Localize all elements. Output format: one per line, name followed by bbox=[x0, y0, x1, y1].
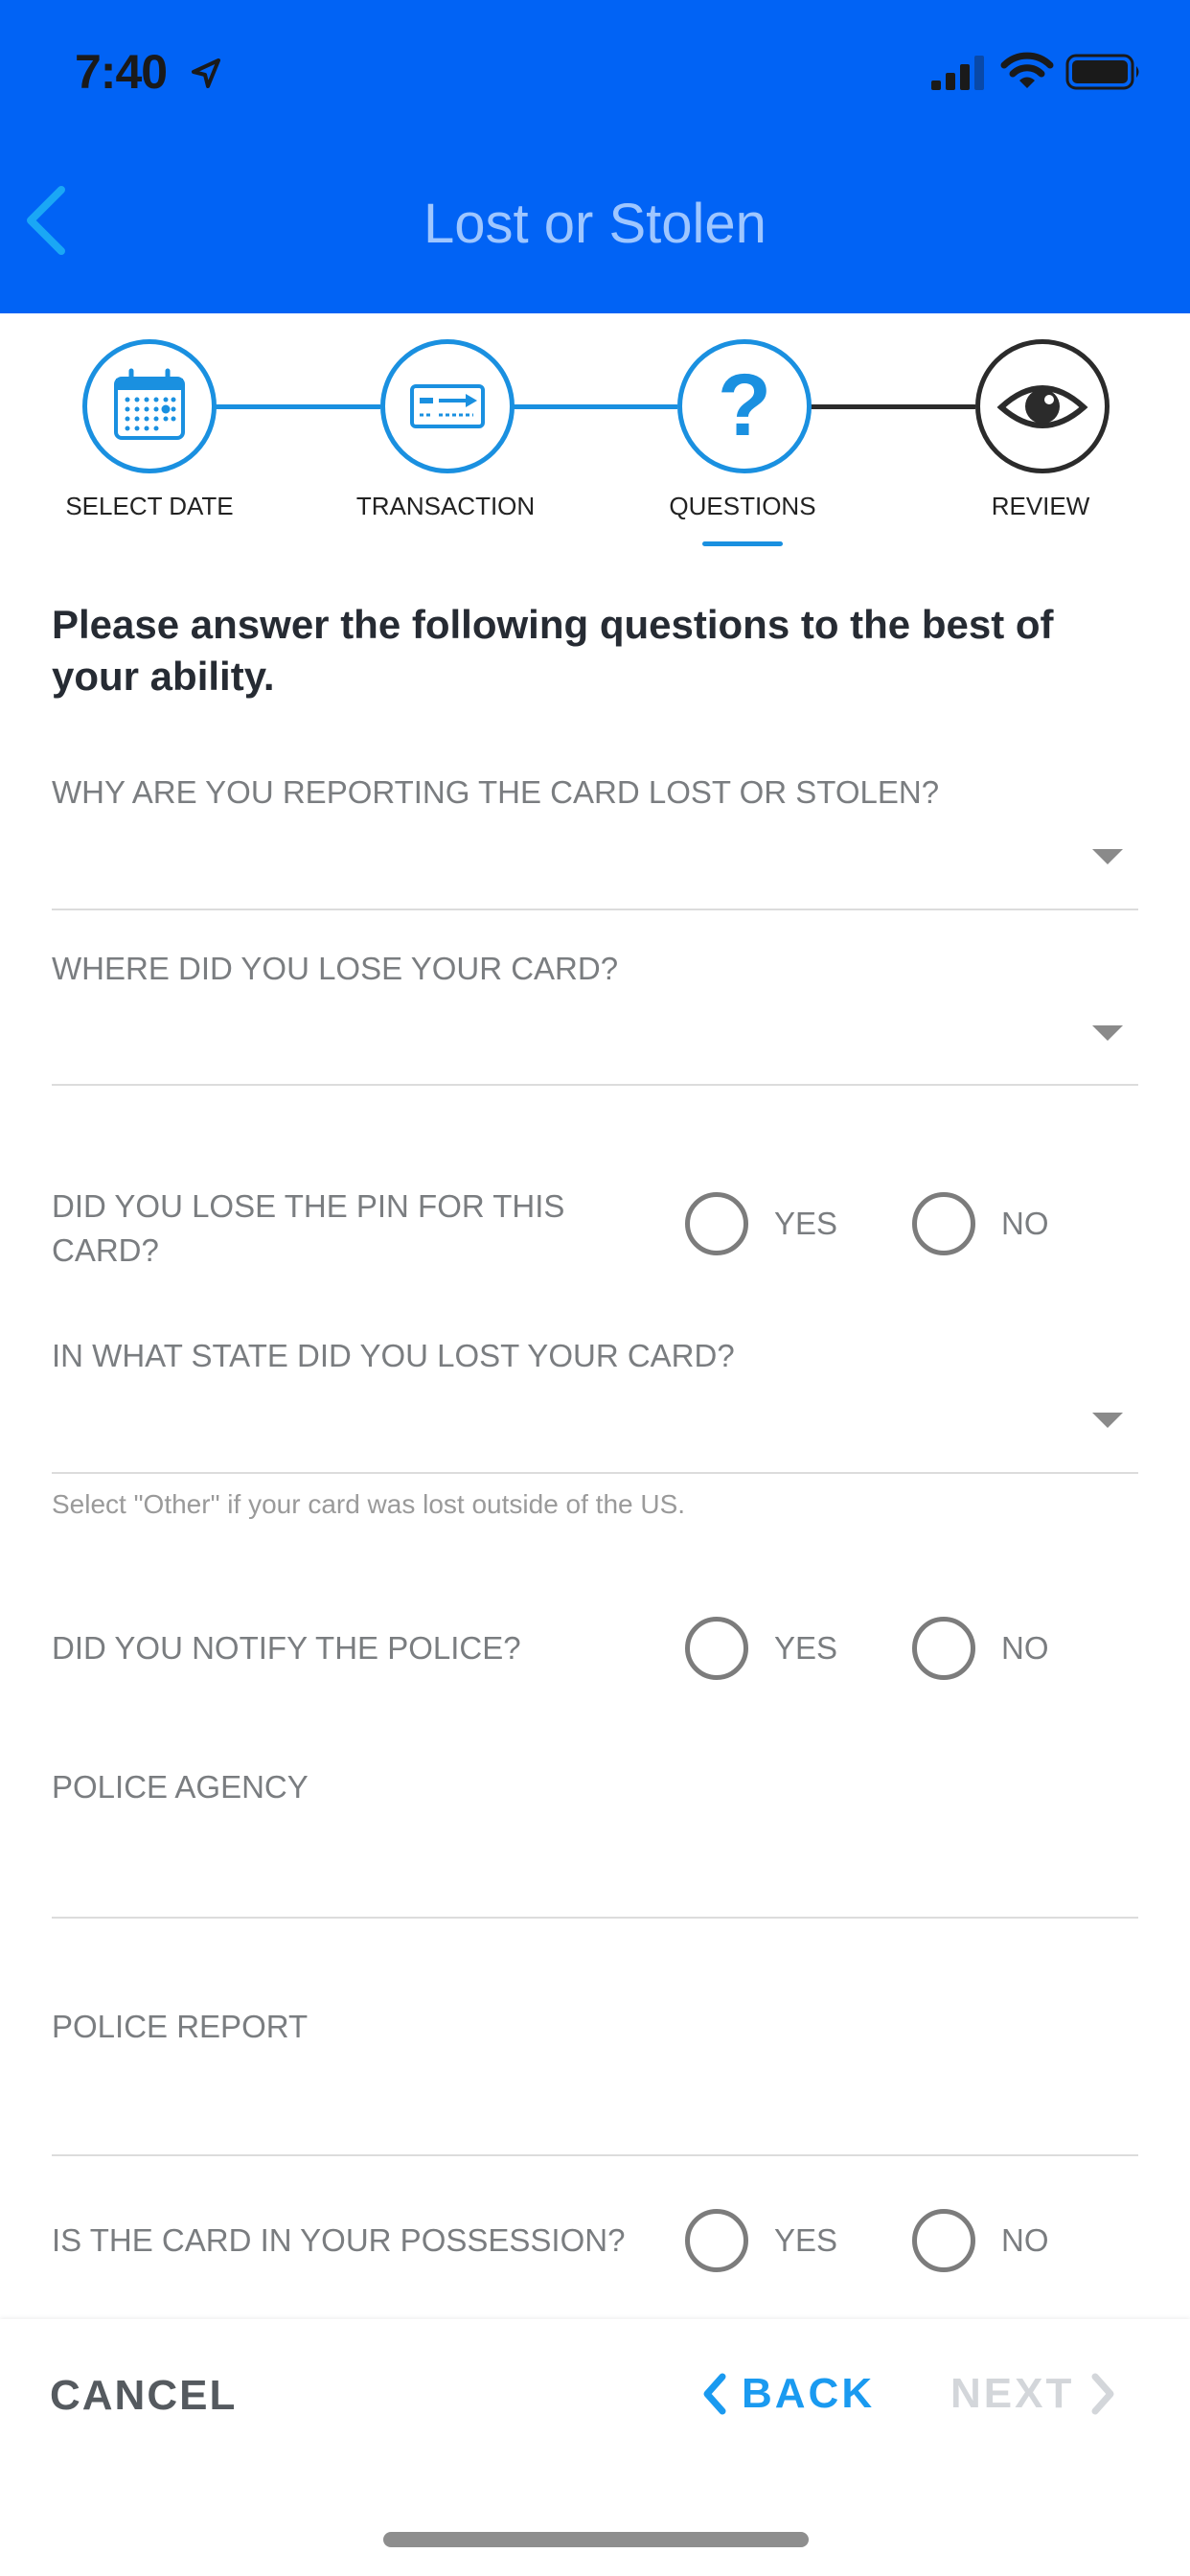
state-hint: Select "Other" if your card was lost out… bbox=[52, 1489, 686, 1519]
step-connector bbox=[213, 404, 380, 409]
possession-label: IS THE CARD IN YOUR POSSESSION? bbox=[52, 2222, 626, 2258]
page-title: Lost or Stolen bbox=[423, 193, 767, 255]
cancel-button[interactable]: CANCEL bbox=[50, 2372, 237, 2420]
step-questions[interactable]: ? bbox=[677, 339, 812, 473]
next-button[interactable]: NEXT bbox=[950, 2365, 1118, 2423]
where-label: WHERE DID YOU LOSE YOUR CARD? bbox=[52, 951, 619, 986]
pin-yes-radio[interactable] bbox=[685, 1192, 748, 1255]
step-connector bbox=[808, 404, 975, 409]
pin-yes-label[interactable]: YES bbox=[774, 1206, 837, 1242]
possession-yes-radio[interactable] bbox=[685, 2209, 748, 2272]
state-dropdown[interactable] bbox=[52, 1380, 1138, 1472]
police-report-input[interactable] bbox=[52, 2051, 1138, 2154]
step-label-transaction: TRANSACTION bbox=[355, 492, 536, 520]
step-label-select-date: SELECT DATE bbox=[65, 492, 234, 520]
chevron-down-icon[interactable] bbox=[1092, 1025, 1123, 1041]
back-button-label: BACK bbox=[742, 2370, 876, 2417]
step-label-questions: QUESTIONS bbox=[669, 492, 816, 520]
possession-no-label[interactable]: NO bbox=[1001, 2222, 1049, 2259]
location-arrow-icon bbox=[192, 58, 220, 88]
wifi-icon bbox=[1000, 52, 1054, 88]
possession-no-radio[interactable] bbox=[912, 2209, 975, 2272]
reason-dropdown[interactable] bbox=[52, 816, 1138, 908]
chevron-down-icon[interactable] bbox=[1092, 1413, 1123, 1428]
police-agency-label: POLICE AGENCY bbox=[52, 1769, 309, 1805]
eye-icon bbox=[996, 385, 1088, 428]
step-review[interactable] bbox=[975, 339, 1110, 473]
field-underline bbox=[52, 1084, 1138, 1086]
svg-text:?: ? bbox=[718, 356, 771, 454]
status-time: 7:40 bbox=[75, 45, 168, 99]
police-yes-radio[interactable] bbox=[685, 1617, 748, 1680]
pin-label: DID YOU LOSE THE PIN FOR THIS CARD? bbox=[52, 1188, 565, 1268]
police-yes-label[interactable]: YES bbox=[774, 1630, 837, 1667]
police-report-label: POLICE REPORT bbox=[52, 2009, 309, 2044]
app-header: 7:40 Lost or Stolen bbox=[0, 0, 1190, 313]
calendar-icon bbox=[114, 368, 185, 440]
field-underline bbox=[52, 1472, 1138, 1474]
field-underline bbox=[52, 2154, 1138, 2156]
police-no-radio[interactable] bbox=[912, 1617, 975, 1680]
pin-no-label[interactable]: NO bbox=[1001, 1206, 1049, 1242]
progress-stepper: ? SELECT DATE TRANSACTION QUESTIONS REVI… bbox=[0, 313, 1190, 553]
step-connector bbox=[510, 404, 677, 409]
chevron-left-icon bbox=[703, 2373, 726, 2415]
possession-yes-label[interactable]: YES bbox=[774, 2222, 837, 2259]
active-step-indicator bbox=[702, 541, 783, 546]
field-underline bbox=[52, 908, 1138, 910]
state-label: IN WHAT STATE DID YOU LOST YOUR CARD? bbox=[52, 1338, 735, 1373]
police-agency-input[interactable] bbox=[52, 1811, 1138, 1917]
question-icon: ? bbox=[718, 356, 771, 454]
card-icon bbox=[410, 384, 485, 428]
chevron-right-icon bbox=[1091, 2373, 1114, 2415]
police-no-label[interactable]: NO bbox=[1001, 1630, 1049, 1667]
form-intro: Please answer the following questions to… bbox=[52, 602, 1054, 699]
cellular-signal-icon bbox=[931, 56, 984, 90]
back-button[interactable]: BACK bbox=[699, 2365, 875, 2423]
battery-icon bbox=[1065, 54, 1139, 90]
home-indicator[interactable] bbox=[383, 2532, 809, 2547]
reason-label: WHY ARE YOU REPORTING THE CARD LOST OR S… bbox=[52, 774, 940, 810]
police-label: DID YOU NOTIFY THE POLICE? bbox=[52, 1630, 521, 1666]
next-button-label: NEXT bbox=[950, 2370, 1075, 2417]
field-underline bbox=[52, 1917, 1138, 1919]
step-select-date[interactable] bbox=[82, 339, 217, 473]
where-dropdown[interactable] bbox=[52, 993, 1138, 1085]
chevron-down-icon[interactable] bbox=[1092, 849, 1123, 864]
pin-no-radio[interactable] bbox=[912, 1192, 975, 1255]
step-transaction[interactable] bbox=[380, 339, 515, 473]
step-label-review: REVIEW bbox=[991, 492, 1090, 520]
